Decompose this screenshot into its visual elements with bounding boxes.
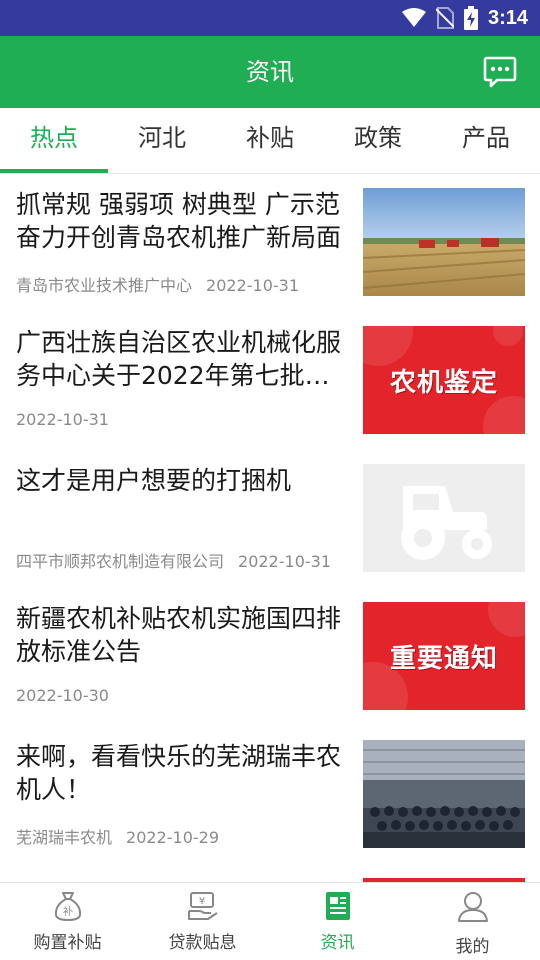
news-title: 这才是用户想要的打捆机 xyxy=(16,466,292,495)
news-source: 芜湖瑞丰农机 xyxy=(16,828,113,847)
news-item[interactable]: 抓常规 强弱项 树典型 广示范 奋力开创青岛农机推广新局面 青岛市农业技术推广中… xyxy=(0,174,540,312)
tab-subsidy[interactable]: 补贴 xyxy=(216,108,324,174)
tractor-placeholder xyxy=(363,464,525,572)
news-date: 2022-10-30 xyxy=(16,686,109,705)
no-sim-icon xyxy=(435,7,454,29)
news-item[interactable]: 广西壮族自治区农业机械化服务中心关于2022年第七批农机鉴定结果的公示 2022… xyxy=(0,312,540,450)
news-item[interactable]: 来啊，看看快乐的芜湖瑞丰农机人！ 芜湖瑞丰农机 2022-10-29 xyxy=(0,726,540,864)
tab-indicator xyxy=(0,169,108,173)
chat-bubble-icon xyxy=(483,56,517,88)
nav-loan-interest[interactable]: ¥ 贷款贴息 xyxy=(135,883,270,960)
tab-hebei[interactable]: 河北 xyxy=(108,108,216,174)
tab-policy[interactable]: 政策 xyxy=(324,108,432,174)
news-source: 四平市顺邦农机制造有限公司 xyxy=(16,552,225,571)
banner-text: 重要通知 xyxy=(389,643,498,674)
nav-label: 资讯 xyxy=(320,933,355,953)
news-source: 青岛市农业技术推广中心 xyxy=(16,276,193,295)
news-date: 2022-10-31 xyxy=(206,276,299,295)
svg-text:补: 补 xyxy=(63,905,73,918)
category-tabs: 热点 河北 补贴 政策 产品 xyxy=(0,108,540,174)
news-meta: 四平市顺邦农机制造有限公司 2022-10-31 xyxy=(16,548,331,572)
tab-product[interactable]: 产品 xyxy=(432,108,540,174)
page-title: 资讯 xyxy=(246,58,294,86)
notice-banner: 农机鉴定 xyxy=(363,326,525,434)
message-button[interactable] xyxy=(482,54,518,90)
news-item[interactable]: 新疆农机补贴农机实施国四排放标准公告 2022-10-30 重要通知 xyxy=(0,588,540,726)
news-item[interactable]: 这才是用户想要的打捆机 四平市顺邦农机制造有限公司 2022-10-31 xyxy=(0,450,540,588)
nav-label: 我的 xyxy=(455,937,490,957)
status-bar: 3:14 xyxy=(0,0,540,36)
news-icon xyxy=(325,892,350,920)
news-date: 2022-10-31 xyxy=(16,410,109,429)
news-meta: 2022-10-31 xyxy=(16,410,109,429)
news-meta: 芜湖瑞丰农机 2022-10-29 xyxy=(16,824,219,848)
bottom-nav: 补 购置补贴 ¥ 贷款贴息 资讯 我的 xyxy=(0,882,540,960)
news-date: 2022-10-29 xyxy=(126,828,219,847)
news-title: 来啊，看看快乐的芜湖瑞丰农机人！ xyxy=(16,742,342,804)
news-date: 2022-10-31 xyxy=(238,552,331,571)
wheat-harvest-photo xyxy=(363,188,525,296)
news-list: 抓常规 强弱项 树典型 广示范 奋力开创青岛农机推广新局面 青岛市农业技术推广中… xyxy=(0,174,540,882)
status-icons: 3:14 xyxy=(401,0,528,36)
nav-label: 购置补贴 xyxy=(33,933,102,953)
subsidy-bag-icon: 补 xyxy=(54,892,81,922)
nav-profile[interactable]: 我的 xyxy=(405,883,540,960)
nav-news[interactable]: 资讯 xyxy=(270,883,405,960)
news-item[interactable] xyxy=(0,864,540,882)
news-title: 新疆农机补贴农机实施国四排放标准公告 xyxy=(16,604,342,666)
battery-charging-icon xyxy=(463,6,478,30)
news-meta: 青岛市农业技术推广中心 2022-10-31 xyxy=(16,272,299,296)
tractor-placeholder-icon xyxy=(401,486,492,560)
user-icon xyxy=(457,892,488,922)
loan-money-icon: ¥ xyxy=(187,892,218,920)
news-meta: 2022-10-30 xyxy=(16,686,109,705)
nav-purchase-subsidy[interactable]: 补 购置补贴 xyxy=(0,883,135,960)
nav-label: 贷款贴息 xyxy=(168,933,237,953)
notice-banner: 重要通知 xyxy=(363,602,525,710)
group-photo xyxy=(363,740,525,848)
status-time: 3:14 xyxy=(487,6,528,29)
svg-text:¥: ¥ xyxy=(198,896,204,907)
app-bar: 资讯 xyxy=(0,36,540,108)
banner-text: 农机鉴定 xyxy=(389,367,498,398)
news-title: 广西壮族自治区农业机械化服务中心关于2022年第七批农机鉴定结果的公示 xyxy=(16,328,342,390)
tab-hot[interactable]: 热点 xyxy=(0,108,108,174)
news-title: 抓常规 强弱项 树典型 广示范 奋力开创青岛农机推广新局面 xyxy=(16,190,342,252)
wifi-icon xyxy=(401,8,426,27)
